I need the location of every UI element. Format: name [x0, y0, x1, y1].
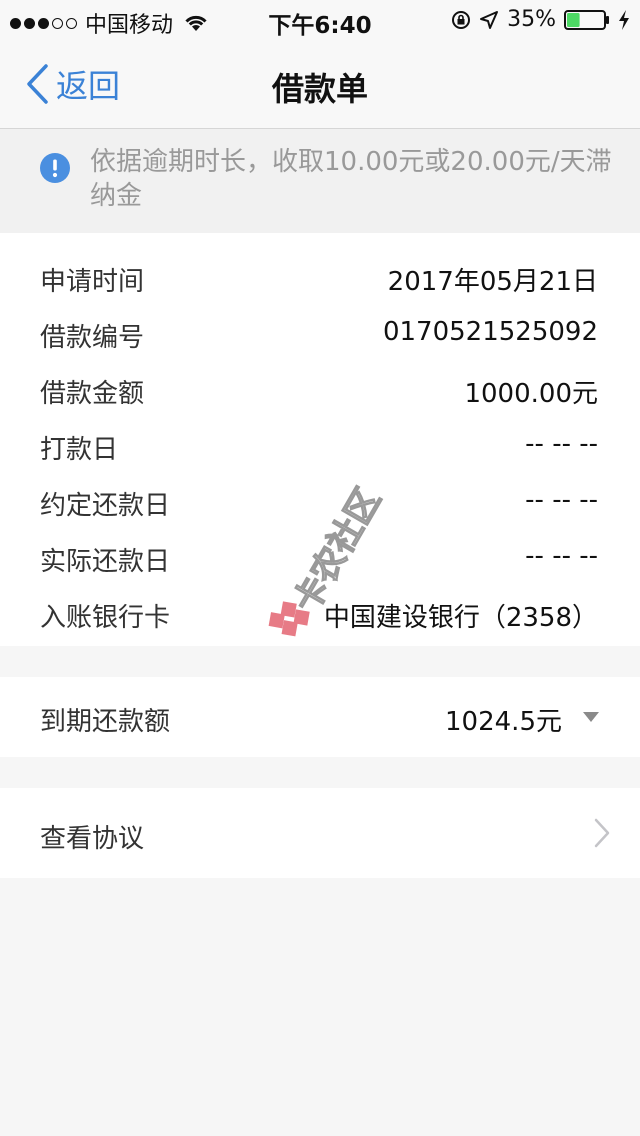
info-icon: [40, 153, 70, 183]
notice-text: 依据逾期时长，收取10.00元或20.00元/天滞纳金: [90, 147, 612, 211]
detail-row-apply-date: 申请时间 2017年05月21日: [0, 249, 640, 305]
status-bar: 中国移动 下午6:40 35%: [0, 0, 640, 40]
late-fee-notice: 依据逾期时长，收取10.00元或20.00元/天滞纳金: [0, 129, 640, 233]
detail-value: -- -- --: [525, 541, 598, 571]
detail-label: 入账银行卡: [40, 603, 171, 633]
detail-value: 1000.00元: [464, 379, 598, 409]
detail-label: 借款编号: [40, 323, 145, 353]
detail-value: -- -- --: [525, 485, 598, 515]
detail-row-bank-card: 入账银行卡 中国建设银行（2358）: [0, 585, 640, 641]
detail-label: 实际还款日: [40, 547, 171, 577]
detail-row-loan-amount: 借款金额 1000.00元: [0, 361, 640, 417]
battery-percent: 35%: [507, 7, 556, 32]
detail-row-loan-number: 借款编号 0170521525092: [0, 305, 640, 361]
due-amount-row[interactable]: 到期还款额 1024.5元: [0, 677, 640, 757]
detail-row-due-date: 约定还款日 -- -- --: [0, 473, 640, 529]
chevron-right-icon: [594, 818, 610, 848]
loan-details: 申请时间 2017年05月21日 借款编号 0170521525092 借款金额…: [0, 233, 640, 646]
view-agreement-label: 查看协议: [40, 824, 145, 854]
due-amount-label: 到期还款额: [40, 707, 171, 737]
detail-value: 中国建设银行（2358）: [323, 603, 598, 633]
detail-value: 0170521525092: [382, 317, 598, 347]
detail-label: 申请时间: [40, 267, 145, 297]
detail-label: 约定还款日: [40, 491, 171, 521]
rotation-lock-icon: [452, 10, 471, 29]
status-right: 35%: [451, 7, 630, 32]
nav-bar: 返回 借款单: [0, 40, 640, 129]
detail-label: 打款日: [40, 435, 119, 465]
chevron-left-icon: [27, 64, 48, 104]
back-button[interactable]: 返回: [24, 60, 120, 108]
detail-row-payout-date: 打款日 -- -- --: [0, 417, 640, 473]
charging-bolt-icon: [619, 9, 629, 30]
caret-down-icon[interactable]: [582, 711, 600, 723]
back-label: 返回: [56, 67, 121, 105]
battery-icon: [564, 9, 609, 30]
location-arrow-icon: [480, 10, 499, 29]
detail-value: -- -- --: [525, 429, 598, 459]
view-agreement-row[interactable]: 查看协议: [0, 788, 640, 878]
due-amount-value: 1024.5元: [445, 707, 562, 737]
detail-label: 借款金额: [40, 379, 145, 409]
detail-value: 2017年05月21日: [387, 267, 598, 297]
detail-row-actual-repay-date: 实际还款日 -- -- --: [0, 529, 640, 585]
